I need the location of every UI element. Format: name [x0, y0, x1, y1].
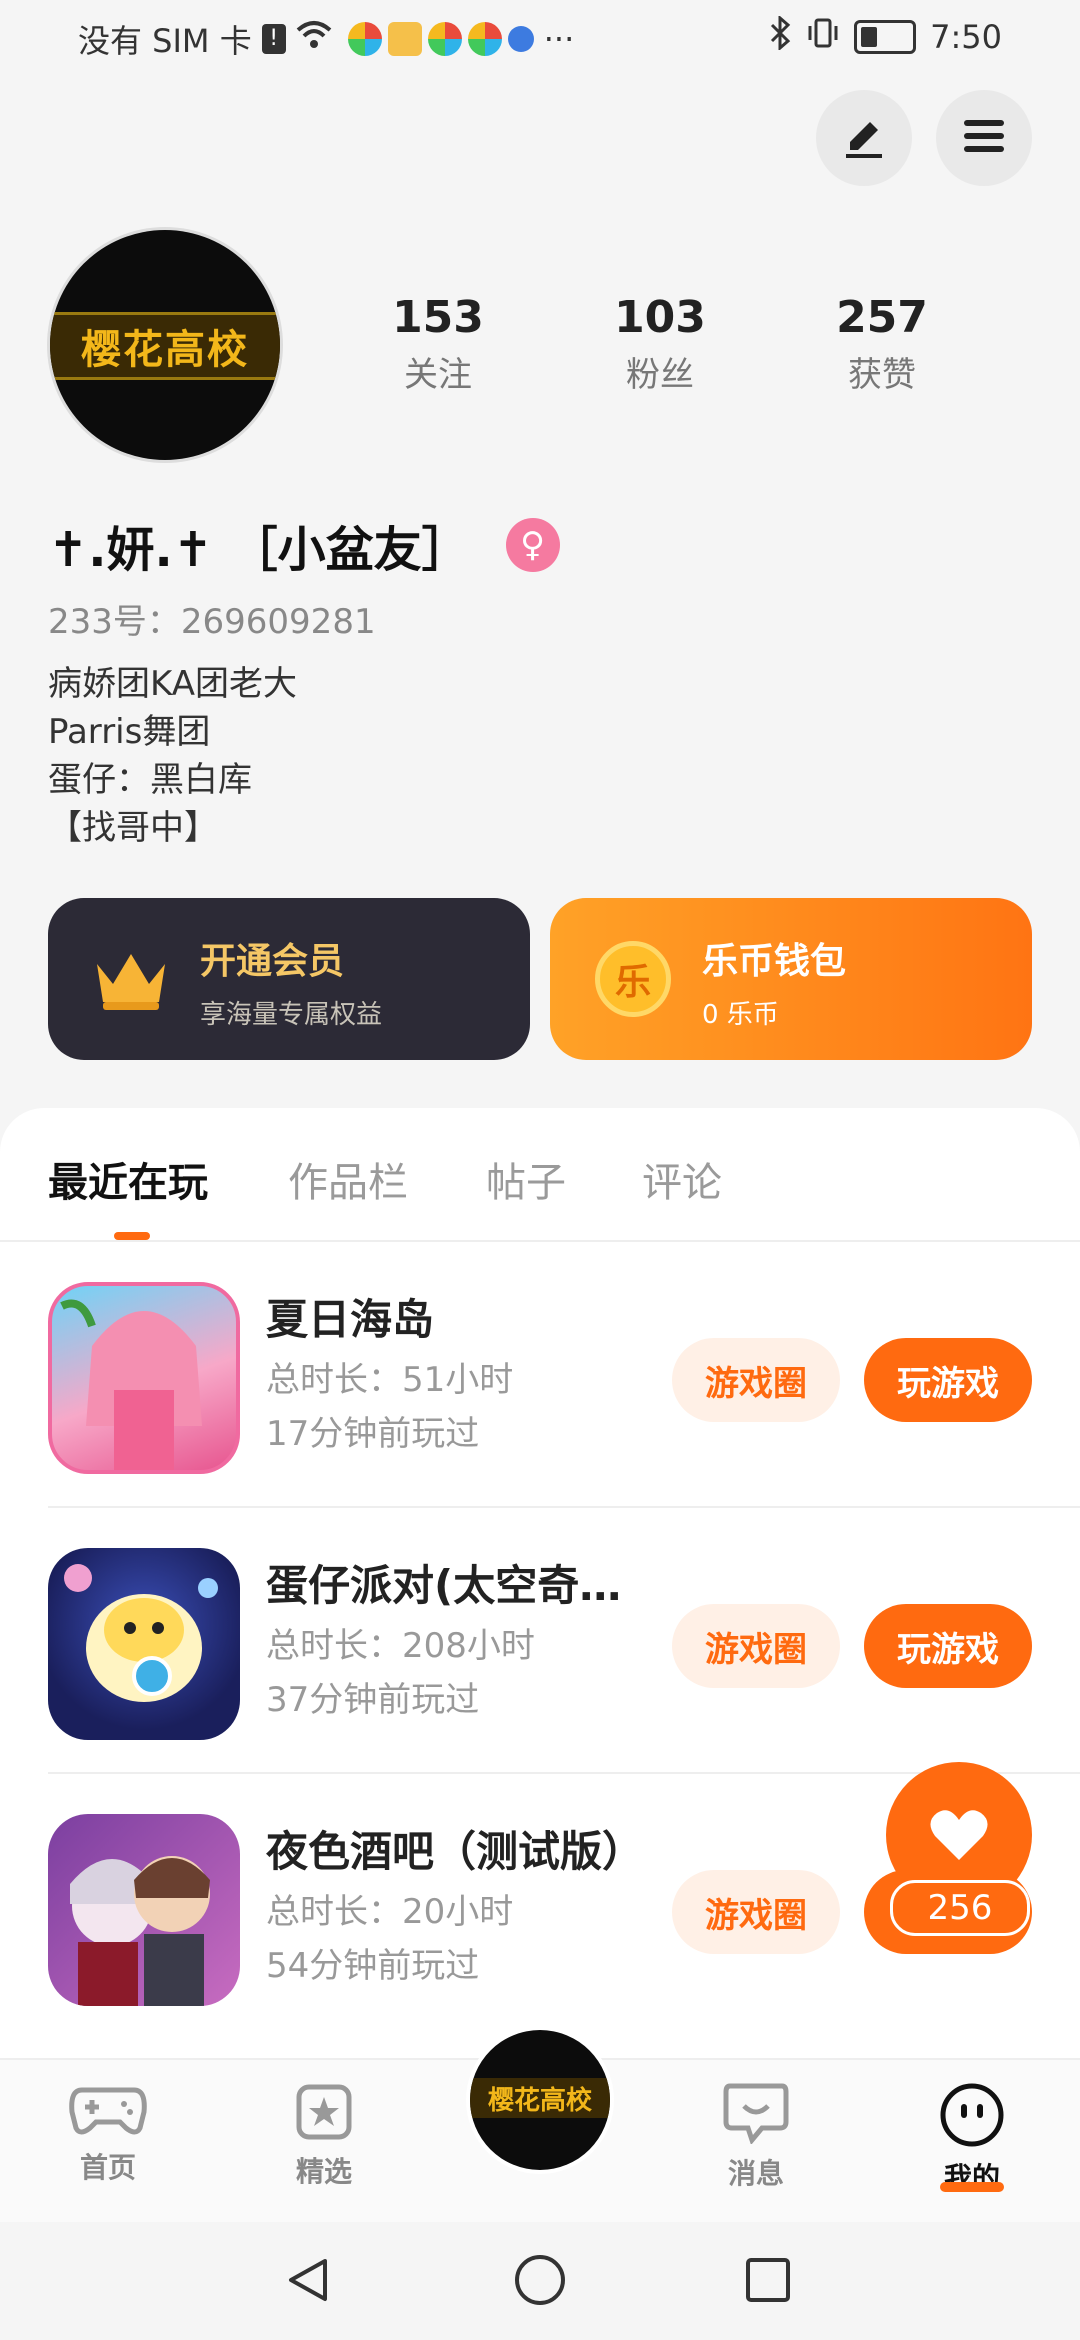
gamepad-icon [68, 2087, 148, 2142]
weibo-icon [387, 22, 422, 56]
tab-comments[interactable]: 评论 [642, 1150, 722, 1208]
nav-home[interactable]: 首页 [38, 2082, 178, 2186]
active-nav-indicator [940, 2182, 1004, 2192]
bio-line: 蛋仔：黑白库 [48, 760, 252, 800]
nav-messages-label: 消息 [727, 2157, 784, 2190]
chat-icon [722, 2083, 790, 2148]
floating-like-button[interactable]: 256 [886, 1762, 1032, 1958]
game-icon-night-bar[interactable] [48, 1814, 240, 2006]
back-button[interactable] [278, 2252, 338, 2312]
tab-recently-played[interactable]: 最近在玩 [48, 1150, 208, 1208]
tab-works[interactable]: 作品栏 [288, 1150, 408, 1208]
globe-icon [507, 26, 534, 52]
game-circle-button[interactable]: 游戏圈 [672, 1604, 840, 1688]
smile-icon [939, 2083, 1005, 2152]
game-icon-summer-island[interactable] [48, 1282, 240, 1474]
wallet-card-title: 乐币钱包 [702, 941, 847, 982]
menu-icon [960, 112, 1008, 164]
active-tab-indicator [114, 1232, 150, 1240]
edit-icon [840, 112, 888, 164]
coin-icon: 乐 [592, 938, 674, 1020]
star-icon [294, 2084, 354, 2146]
crown-icon [90, 938, 172, 1020]
more-notifications-text: ··· [543, 20, 575, 58]
game-last-played: 54分钟前玩过 [266, 1946, 480, 1986]
vip-membership-card[interactable]: 开通会员 享海量专属权益 [48, 898, 530, 1060]
likes-stat[interactable]: 257 获赞 [772, 292, 992, 396]
avatar[interactable]: 樱花高校 [50, 230, 280, 460]
coin-symbol: 乐 [595, 941, 671, 1017]
clock-text: 7:50 [930, 18, 1002, 56]
following-stat[interactable]: 153 关注 [328, 292, 548, 396]
nav-messages[interactable]: 消息 [686, 2082, 826, 2192]
wallet-card[interactable]: 乐 乐币钱包 0 乐币 [550, 898, 1032, 1060]
nav-featured-label: 精选 [295, 2155, 352, 2188]
game-last-played: 37分钟前玩过 [266, 1680, 480, 1720]
like-count: 256 [890, 1880, 1030, 1936]
nav-center-avatar[interactable]: 樱花高校 [466, 2026, 614, 2174]
game-list-item[interactable]: 蛋仔派对(太空奇… 总时长：208小时 37分钟前玩过 游戏圈 玩游戏 [0, 1508, 1080, 1774]
username: ✝.妍.✝ ［小盆友］ [48, 522, 470, 578]
wifi-icon [296, 20, 332, 58]
vip-card-subtitle: 享海量专属权益 [200, 1000, 383, 1030]
game-title: 蛋仔派对(太空奇… [266, 1561, 622, 1610]
avatar-banner-text: 樱花高校 [50, 312, 280, 380]
vip-card-title: 开通会员 [200, 941, 345, 982]
fans-stat[interactable]: 103 粉丝 [550, 292, 770, 396]
home-circle-icon [513, 2253, 567, 2311]
game-playtime: 总时长：20小时 [266, 1892, 514, 1932]
fans-count: 103 [614, 292, 706, 343]
recent-square-icon [744, 2256, 792, 2308]
game-circle-button[interactable]: 游戏圈 [672, 1338, 840, 1422]
edit-profile-button[interactable] [816, 90, 912, 186]
back-triangle-icon [283, 2255, 333, 2309]
game-playtime: 总时长：51小时 [266, 1360, 514, 1400]
home-button[interactable] [510, 2252, 570, 2312]
female-icon: ♀ [505, 518, 560, 572]
account-id: 233号：269609281 [48, 602, 376, 642]
game-icon-eggy-party[interactable] [48, 1548, 240, 1740]
status-bar: 没有 SIM 卡 ! ··· 7:50 [0, 0, 1080, 80]
notification-icons [347, 22, 534, 56]
recent-apps-button[interactable] [738, 2252, 798, 2312]
name-row: ✝.妍.✝ ［小盆友］ ♀ [48, 510, 560, 580]
game-list-item[interactable]: 夏日海岛 总时长：51小时 17分钟前玩过 游戏圈 玩游戏 [0, 1242, 1080, 1508]
sim-alert-icon: ! [261, 24, 286, 54]
nav-mine[interactable]: 我的 [902, 2082, 1042, 2196]
tab-posts[interactable]: 帖子 [486, 1150, 566, 1208]
battery-icon [854, 20, 917, 54]
carrier-text: 没有 SIM 卡 [78, 22, 252, 60]
likes-count: 257 [836, 292, 928, 343]
app-notification-icon [467, 22, 502, 56]
game-title: 夏日海岛 [266, 1295, 435, 1344]
bio-line: Parris舞团 [48, 712, 211, 752]
game-title: 夜色酒吧（测试版） [266, 1827, 645, 1876]
likes-label: 获赞 [848, 355, 916, 395]
bio: 病娇团KA团老大 Parris舞团 蛋仔：黑白库 【找哥中】 [48, 660, 297, 852]
nav-featured[interactable]: 精选 [254, 2082, 394, 2190]
play-game-button[interactable]: 玩游戏 [864, 1604, 1032, 1688]
tab-bar: 最近在玩 作品栏 帖子 评论 [0, 1108, 1080, 1242]
status-left: 没有 SIM 卡 ! ··· [78, 16, 574, 62]
vibrate-icon [806, 16, 840, 58]
game-playtime: 总时长：208小时 [266, 1626, 535, 1666]
avatar-mini: 樱花高校 [470, 2030, 610, 2170]
app-notification-icon [347, 22, 382, 56]
bio-line: 病娇团KA团老大 [48, 664, 297, 704]
play-game-button[interactable]: 玩游戏 [864, 1338, 1032, 1422]
menu-button[interactable] [936, 90, 1032, 186]
game-last-played: 17分钟前玩过 [266, 1414, 480, 1454]
nav-home-label: 首页 [79, 2151, 136, 2184]
app-notification-icon [427, 22, 462, 56]
fans-label: 粉丝 [626, 355, 694, 395]
game-circle-button[interactable]: 游戏圈 [672, 1870, 840, 1954]
bio-line: 【找哥中】 [48, 808, 218, 848]
bluetooth-icon [768, 14, 792, 58]
system-navigation [0, 2222, 1080, 2340]
wallet-card-subtitle: 0 乐币 [702, 1000, 779, 1030]
status-right: 7:50 [768, 14, 1002, 58]
following-label: 关注 [404, 355, 472, 395]
avatar-mini-text: 樱花高校 [470, 2078, 610, 2118]
following-count: 153 [392, 292, 484, 343]
